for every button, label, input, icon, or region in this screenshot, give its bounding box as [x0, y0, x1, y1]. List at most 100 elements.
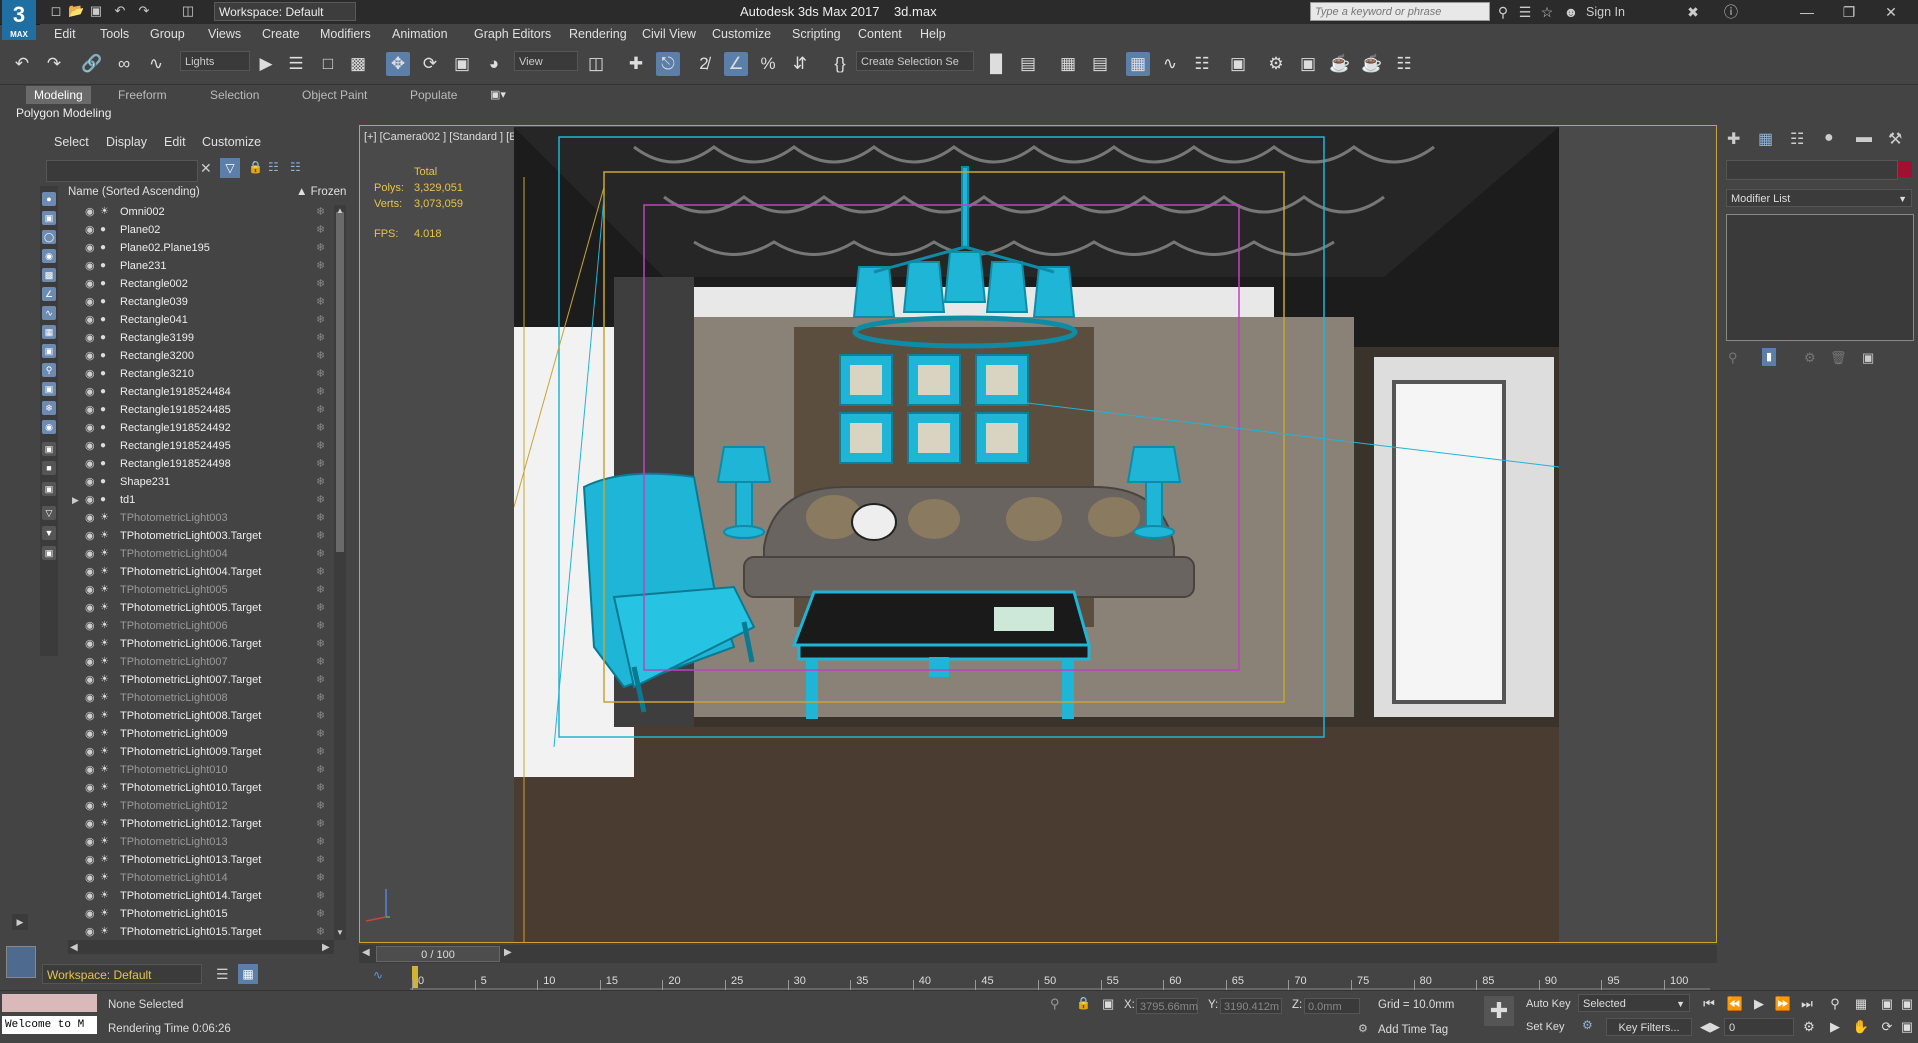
visibility-eye-icon[interactable]: ◉: [85, 581, 99, 599]
keyboard-shortcut-icon[interactable]: ⎋: [656, 52, 680, 76]
play-icon[interactable]: ▶: [1750, 995, 1768, 1013]
visibility-eye-icon[interactable]: ◉: [85, 617, 99, 635]
layer-manager-icon[interactable]: ▤: [1088, 52, 1112, 76]
object-name[interactable]: Plane02: [120, 221, 160, 239]
expand-panel-icon[interactable]: ▶: [12, 914, 28, 930]
scroll-right-icon[interactable]: ▶: [322, 942, 330, 953]
remove-modifier-icon[interactable]: 🗑: [1830, 350, 1847, 366]
percent-snap-icon[interactable]: %: [756, 52, 780, 76]
frozen-toggle-icon[interactable]: ❄: [316, 311, 325, 329]
object-name[interactable]: TPhotometricLight012.Target: [120, 815, 261, 833]
close-button[interactable]: ✕: [1878, 2, 1904, 22]
visibility-eye-icon[interactable]: ◉: [85, 383, 99, 401]
list-item[interactable]: ◉ ● Rectangle041 ❄: [40, 311, 340, 329]
visibility-eye-icon[interactable]: ◉: [85, 257, 99, 275]
display-space-warps-icon[interactable]: ∿: [42, 306, 56, 320]
motion-tab-icon[interactable]: ●: [1824, 129, 1834, 147]
modifier-stack[interactable]: [1726, 214, 1914, 341]
frozen-toggle-icon[interactable]: ❄: [316, 743, 325, 761]
visibility-eye-icon[interactable]: ◉: [85, 599, 99, 617]
scene-explorer-toggle-icon[interactable]: ▦: [238, 964, 258, 984]
visibility-eye-icon[interactable]: ◉: [85, 635, 99, 653]
frozen-toggle-icon[interactable]: ❄: [316, 905, 325, 923]
current-frame-field[interactable]: 0: [1724, 1018, 1794, 1036]
select-object-icon[interactable]: ▶: [254, 52, 278, 76]
visibility-eye-icon[interactable]: ◉: [85, 311, 99, 329]
absolute-mode-icon[interactable]: ▣: [1102, 996, 1114, 1012]
display-groups-icon[interactable]: ▦: [42, 325, 56, 339]
viewport-layout-icon[interactable]: [6, 946, 36, 978]
frozen-toggle-icon[interactable]: ❄: [316, 347, 325, 365]
frozen-toggle-icon[interactable]: ❄: [316, 275, 325, 293]
named-selection-dropdown[interactable]: Create Selection Se: [856, 51, 974, 71]
menu-animation[interactable]: Animation: [392, 27, 448, 41]
object-color-swatch[interactable]: [1898, 161, 1912, 177]
visibility-eye-icon[interactable]: ◉: [85, 653, 99, 671]
expand-arrow-icon[interactable]: ▶: [72, 491, 79, 509]
place-object-icon[interactable]: ◕: [482, 52, 506, 76]
go-to-end-icon[interactable]: ⏭: [1798, 995, 1816, 1013]
frozen-toggle-icon[interactable]: ❄: [316, 779, 325, 797]
frozen-toggle-icon[interactable]: ❄: [316, 689, 325, 707]
zoom-icon[interactable]: ⚲: [1826, 995, 1844, 1013]
object-name[interactable]: Rectangle1918524485: [120, 401, 231, 419]
frozen-toggle-icon[interactable]: ❄: [316, 563, 325, 581]
frozen-toggle-icon[interactable]: ❄: [316, 761, 325, 779]
save-icon[interactable]: ▣: [88, 3, 104, 19]
utilities-tab-icon[interactable]: ⚒: [1888, 129, 1902, 149]
se-column-header[interactable]: Name (Sorted Ascending) ▲ Frozen: [62, 184, 352, 202]
object-name[interactable]: TPhotometricLight007: [120, 653, 228, 671]
visibility-eye-icon[interactable]: ◉: [85, 203, 99, 221]
list-item[interactable]: ◉ ☀ TPhotometricLight003.Target ❄: [40, 527, 340, 545]
visibility-eye-icon[interactable]: ◉: [85, 887, 99, 905]
zoom-extents-all-icon[interactable]: ▣: [1898, 995, 1916, 1013]
object-name[interactable]: Rectangle1918524492: [120, 419, 231, 437]
unlink-icon[interactable]: ∞: [112, 52, 136, 76]
object-name[interactable]: Rectangle002: [120, 275, 188, 293]
frozen-toggle-icon[interactable]: ❄: [316, 887, 325, 905]
display-helpers-icon[interactable]: ∠: [42, 287, 56, 301]
visibility-eye-icon[interactable]: ◉: [85, 347, 99, 365]
frozen-toggle-icon[interactable]: ❄: [316, 527, 325, 545]
maxscript-mini-listener[interactable]: Welcome to M: [2, 1016, 97, 1034]
display-none-icon[interactable]: ●: [42, 192, 56, 206]
select-rotate-icon[interactable]: ⟳: [418, 52, 442, 76]
list-item[interactable]: ◉ ● Shape231 ❄: [40, 473, 340, 491]
manipulate-icon[interactable]: ✚: [624, 52, 648, 76]
object-name[interactable]: TPhotometricLight006: [120, 617, 228, 635]
list-item[interactable]: ◉ ● Rectangle002 ❄: [40, 275, 340, 293]
menu-tools[interactable]: Tools: [100, 27, 129, 41]
menu-create[interactable]: Create: [262, 27, 300, 41]
next-frame-play-icon[interactable]: ⏩: [1774, 995, 1792, 1013]
maximize-button[interactable]: ❐: [1836, 2, 1862, 22]
object-name[interactable]: Plane02.Plane195: [120, 239, 210, 257]
list-item[interactable]: ◉ ● Rectangle3200 ❄: [40, 347, 340, 365]
list-item[interactable]: ◉ ☀ TPhotometricLight014 ❄: [40, 869, 340, 887]
toggle-display-icon[interactable]: ▣: [42, 482, 56, 496]
field-of-view-icon[interactable]: ▶: [1826, 1018, 1844, 1036]
pivot-center-icon[interactable]: ◫: [584, 52, 608, 76]
list-item[interactable]: ◉ ● Plane02.Plane195 ❄: [40, 239, 340, 257]
frozen-toggle-icon[interactable]: ❄: [316, 833, 325, 851]
list-item[interactable]: ◉ ☀ TPhotometricLight004 ❄: [40, 545, 340, 563]
visibility-eye-icon[interactable]: ◉: [85, 491, 99, 509]
menu-modifiers[interactable]: Modifiers: [320, 27, 371, 41]
visibility-eye-icon[interactable]: ◉: [85, 905, 99, 923]
object-name[interactable]: TPhotometricLight009.Target: [120, 743, 261, 761]
frozen-toggle-icon[interactable]: ❄: [316, 923, 325, 941]
visibility-eye-icon[interactable]: ◉: [85, 743, 99, 761]
list-item[interactable]: ◉ ☀ TPhotometricLight010 ❄: [40, 761, 340, 779]
modify-tab-icon[interactable]: ▦: [1758, 129, 1773, 149]
visibility-eye-icon[interactable]: ◉: [85, 437, 99, 455]
selection-filter-dropdown[interactable]: Lights: [180, 51, 250, 71]
scroll-up-icon[interactable]: ▲: [336, 206, 344, 215]
undo-icon[interactable]: ↶: [10, 52, 34, 76]
render-production-icon[interactable]: ☕: [1328, 52, 1352, 76]
select-by-name-icon[interactable]: ☰: [284, 52, 308, 76]
hierarchy-icon[interactable]: ☷: [268, 160, 279, 174]
frozen-toggle-icon[interactable]: ❄: [316, 635, 325, 653]
viewport-scene-render[interactable]: [514, 127, 1559, 942]
se-menu-select[interactable]: Select: [54, 135, 89, 149]
visibility-eye-icon[interactable]: ◉: [85, 779, 99, 797]
frozen-toggle-icon[interactable]: ❄: [316, 473, 325, 491]
